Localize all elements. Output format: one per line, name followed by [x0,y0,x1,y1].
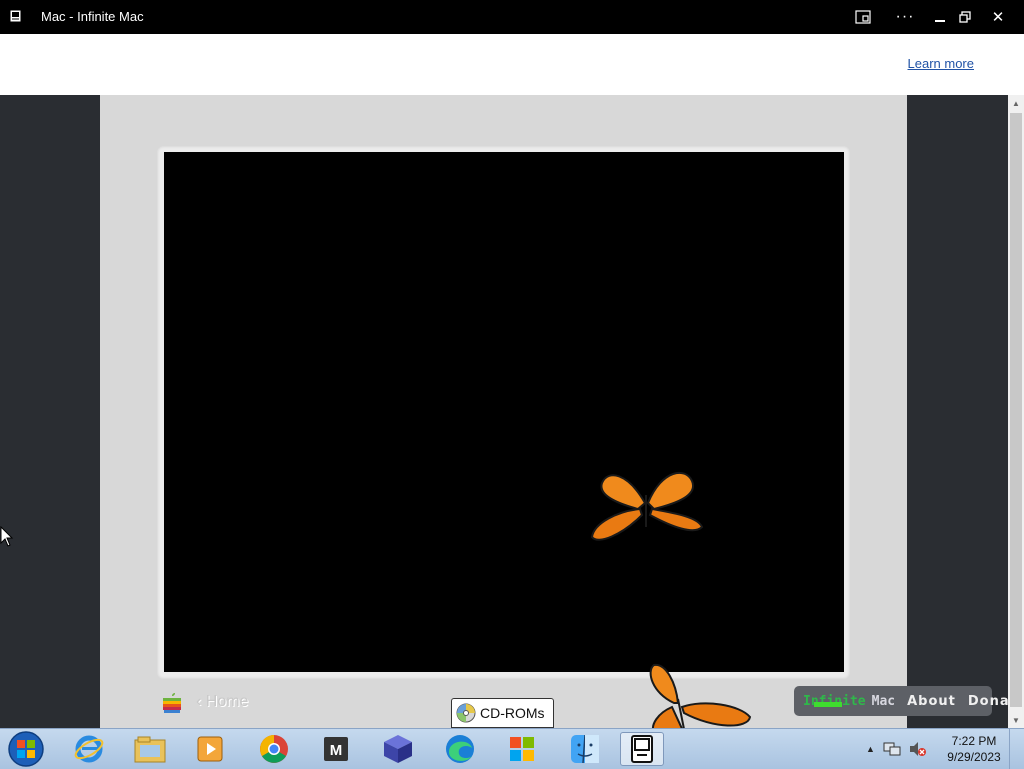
restore-icon [959,11,971,23]
restore-button[interactable] [955,6,975,28]
taskbar-media-player[interactable] [189,732,233,766]
butterfly-icon [649,663,752,728]
volume-muted-icon[interactable] [909,741,927,757]
taskbar-internet-explorer[interactable] [67,732,111,766]
finder-icon [571,734,599,764]
learn-more-link[interactable]: Learn more [908,56,974,71]
scroll-down-button[interactable]: ▼ [1008,712,1024,728]
cast-icon [855,10,871,24]
cube-icon [384,735,412,763]
minimize-icon [935,20,945,22]
brand-mac[interactable]: Mac [872,694,895,709]
taskbar-3d-box-app[interactable] [376,732,420,766]
taskbar-windows-store[interactable] [500,732,544,766]
triangle-up-icon: ▲ [1012,98,1020,108]
apple-logo-icon [163,693,181,713]
windows-logo-icon [510,737,534,761]
close-button[interactable]: ✕ [987,6,1009,28]
title-bar: Mac - Infinite Mac ··· ✕ [0,0,1024,34]
minimize-button[interactable] [930,6,950,28]
mouse-cursor-icon [0,526,14,547]
info-banner: Learn more [0,34,1024,95]
taskbar-file-explorer[interactable] [128,732,172,766]
about-link[interactable]: About [907,694,956,709]
butterfly-icon [590,471,704,541]
vertical-scrollbar[interactable]: ▲ ▼ [1008,95,1024,728]
taskbar: M ▲ 7:22 PM 9/29/2023 [0,728,1024,769]
taskbar-infinite-mac[interactable] [620,732,664,766]
taskbar-m-app[interactable]: M [314,732,358,766]
system-clock[interactable]: 7:22 PM 9/29/2023 [944,733,1004,765]
internet-explorer-icon [74,735,104,763]
donate-link[interactable]: Donate [968,694,1008,709]
classic-mac-icon [631,735,653,763]
page-content: ‹ Home CD-ROMs Infinite Mac About Donate [0,95,1008,728]
media-player-icon [197,736,223,762]
system-tray: ▲ [866,735,927,763]
monitor-bezel [157,146,850,679]
svg-text:M: M [330,742,343,759]
taskbar-edge[interactable] [438,732,482,766]
home-link[interactable]: ‹ Home [196,693,248,711]
cd-roms-label: CD-ROMs [480,705,545,721]
mac-monitor-frame: ‹ Home CD-ROMs Infinite Mac About Donate [100,95,1008,728]
app-icon [10,10,21,22]
cd-rom-icon [456,703,476,723]
taskbar-finder[interactable] [563,732,607,766]
show-desktop-button[interactable] [1009,729,1024,769]
scroll-thumb[interactable] [1010,113,1022,707]
folder-icon [134,736,166,763]
more-options-button[interactable]: ··· [893,6,917,28]
edge-icon [446,735,474,763]
brand-underline [814,702,842,707]
m-app-icon: M [324,737,348,761]
close-icon: ✕ [991,9,1005,26]
tray-expand-icon[interactable]: ▲ [866,744,875,754]
clock-date: 9/29/2023 [947,750,1001,764]
cd-roms-button[interactable]: CD-ROMs [451,698,554,728]
clock-time: 7:22 PM [951,734,997,748]
site-nav: Infinite Mac About Donate [794,686,1008,716]
network-icon[interactable] [883,741,901,757]
triangle-down-icon: ▼ [1012,715,1020,725]
chrome-icon [260,735,288,763]
emulator-screen[interactable] [164,152,844,672]
cast-button[interactable] [852,6,874,28]
start-button[interactable] [6,730,46,768]
taskbar-chrome[interactable] [252,732,296,766]
scroll-up-button[interactable]: ▲ [1008,95,1024,111]
ellipsis-icon: ··· [895,8,915,25]
window-title: Mac - Infinite Mac [41,9,144,24]
